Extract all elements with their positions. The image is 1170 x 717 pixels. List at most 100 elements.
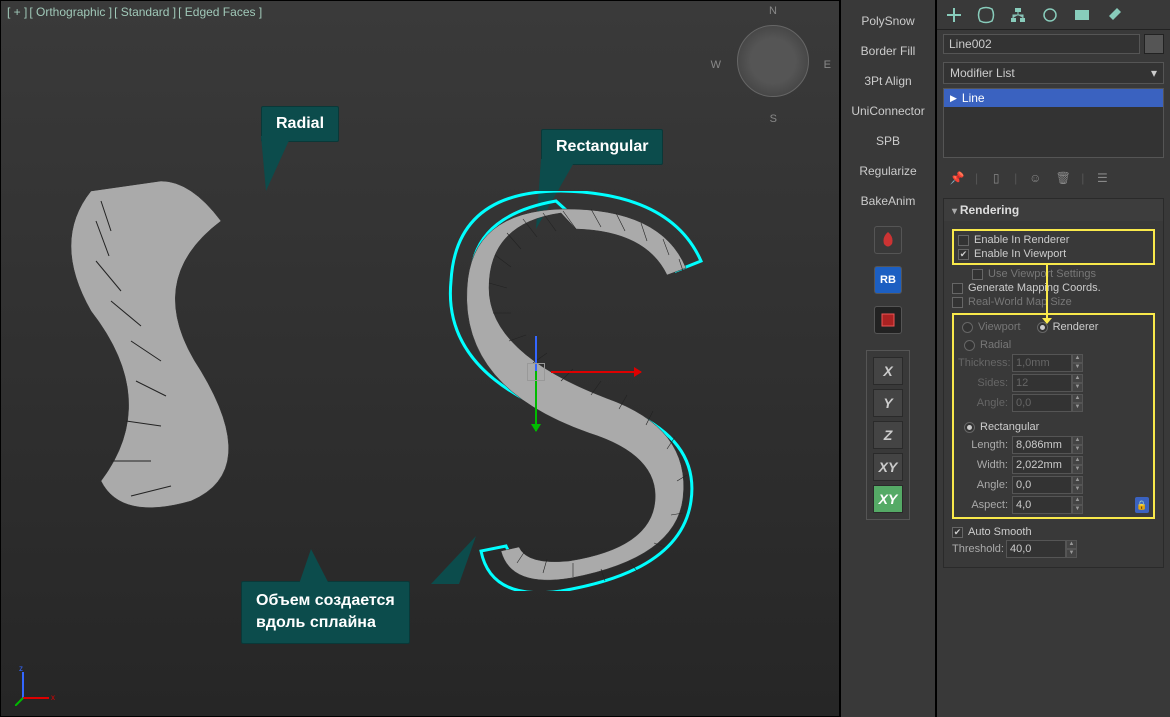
tool-uniconnector[interactable]: UniConnector: [841, 98, 935, 124]
aspect-spinner-row[interactable]: Aspect: ▲▼ 🔒: [958, 495, 1149, 515]
axis-z[interactable]: Z: [873, 421, 903, 449]
hierarchy-tab-icon[interactable]: [1007, 4, 1029, 26]
width-field[interactable]: [1012, 456, 1072, 474]
object-color-swatch[interactable]: [1144, 34, 1164, 54]
modifier-list-dropdown[interactable]: Modifier List ▾: [943, 62, 1164, 84]
tool-icon-3[interactable]: [874, 306, 902, 334]
object-name-field[interactable]: [943, 34, 1140, 54]
viewport-label-edged[interactable]: [ Edged Faces ]: [178, 5, 262, 19]
spinner-down-icon[interactable]: ▼: [1072, 485, 1083, 494]
threshold-field[interactable]: [1006, 540, 1066, 558]
spinner-up-icon[interactable]: ▲: [1072, 436, 1083, 445]
show-end-result-icon[interactable]: ▯: [986, 168, 1006, 188]
nav-south[interactable]: S: [770, 113, 777, 125]
display-tab-icon[interactable]: [1071, 4, 1093, 26]
spinner-up-icon[interactable]: ▲: [1072, 456, 1083, 465]
viewport-label-shading[interactable]: [ Standard ]: [114, 5, 176, 19]
length-field[interactable]: [1012, 436, 1072, 454]
aspect-label: Aspect:: [958, 499, 1008, 511]
sides-field[interactable]: [1012, 374, 1072, 392]
pin-stack-icon[interactable]: 📌: [947, 168, 967, 188]
radial-radio[interactable]: [964, 340, 975, 351]
aspect-lock-icon[interactable]: 🔒: [1135, 497, 1149, 513]
tool-3ptalign[interactable]: 3Pt Align: [841, 68, 935, 94]
radial-angle-spinner-row[interactable]: Angle: ▲▼: [958, 393, 1149, 413]
spinner-up-icon[interactable]: ▲: [1072, 354, 1083, 363]
real-world-row[interactable]: Real-World Map Size: [952, 295, 1155, 309]
radial-angle-field[interactable]: [1012, 394, 1072, 412]
spinner-down-icon[interactable]: ▼: [1066, 549, 1077, 558]
configure-sets-icon[interactable]: ☰: [1092, 168, 1112, 188]
length-spinner-row[interactable]: Length: ▲▼: [958, 435, 1149, 455]
auto-smooth-row[interactable]: Auto Smooth: [952, 525, 1155, 539]
modifier-stack[interactable]: Line: [943, 88, 1164, 158]
enable-in-renderer-label: Enable In Renderer: [974, 234, 1069, 246]
viewport[interactable]: [ + ] [ Orthographic ] [ Standard ] [ Ed…: [0, 0, 840, 717]
enable-in-viewport-row[interactable]: Enable In Viewport: [958, 247, 1149, 261]
viewport-radio-row[interactable]: Viewport: [962, 319, 1021, 335]
viewport-label-plus[interactable]: [ + ]: [7, 5, 27, 19]
real-world-checkbox[interactable]: [952, 297, 963, 308]
rectangular-radio-row[interactable]: Rectangular: [958, 419, 1149, 435]
gizmo-center[interactable]: [527, 363, 545, 381]
spinner-down-icon[interactable]: ▼: [1072, 403, 1083, 412]
thickness-field[interactable]: [1012, 354, 1072, 372]
spinner-up-icon[interactable]: ▲: [1072, 476, 1083, 485]
tool-polysnow[interactable]: PolySnow: [841, 8, 935, 34]
modify-tab-icon[interactable]: [975, 4, 997, 26]
motion-tab-icon[interactable]: [1039, 4, 1061, 26]
remove-modifier-icon[interactable]: 🗑: [1053, 168, 1073, 188]
axis-xy[interactable]: XY: [873, 453, 903, 481]
aspect-field[interactable]: [1012, 496, 1072, 514]
spinner-down-icon[interactable]: ▼: [1072, 505, 1083, 514]
spinner-up-icon[interactable]: ▲: [1066, 540, 1077, 549]
viewport-radio[interactable]: [962, 322, 973, 333]
renderer-radio[interactable]: [1037, 322, 1048, 333]
rect-angle-spinner-row[interactable]: Angle: ▲▼: [958, 475, 1149, 495]
renderer-radio-row[interactable]: Renderer: [1037, 319, 1099, 335]
tool-spb[interactable]: SPB: [841, 128, 935, 154]
modifier-stack-item[interactable]: Line: [944, 89, 1163, 107]
nav-north[interactable]: N: [769, 5, 777, 17]
spinner-up-icon[interactable]: ▲: [1072, 496, 1083, 505]
tool-regularize[interactable]: Regularize: [841, 158, 935, 184]
spinner-up-icon[interactable]: ▲: [1072, 374, 1083, 383]
nav-east[interactable]: E: [824, 59, 831, 71]
axis-x[interactable]: X: [873, 357, 903, 385]
axis-xy-active[interactable]: XY: [873, 485, 903, 513]
rendering-rollout-header[interactable]: Rendering: [944, 199, 1163, 221]
use-viewport-settings-checkbox[interactable]: [972, 269, 983, 280]
spinner-down-icon[interactable]: ▼: [1072, 363, 1083, 372]
viewcube[interactable]: [737, 25, 809, 97]
spinner-up-icon[interactable]: ▲: [1072, 394, 1083, 403]
nav-west[interactable]: W: [711, 59, 721, 71]
utilities-tab-icon[interactable]: [1103, 4, 1125, 26]
threshold-spinner-row[interactable]: Threshold: ▲▼: [952, 539, 1155, 559]
create-tab-icon[interactable]: [943, 4, 965, 26]
enable-in-viewport-checkbox[interactable]: [958, 249, 969, 260]
rect-angle-label: Angle:: [958, 479, 1008, 491]
generate-mapping-checkbox[interactable]: [952, 283, 963, 294]
axis-y[interactable]: Y: [873, 389, 903, 417]
viewport-label-proj[interactable]: [ Orthographic ]: [29, 5, 112, 19]
tool-bakeanim[interactable]: BakeAnim: [841, 188, 935, 214]
rectangular-radio[interactable]: [964, 422, 975, 433]
tool-borderfill[interactable]: Border Fill: [841, 38, 935, 64]
auto-smooth-checkbox[interactable]: [952, 527, 963, 538]
enable-in-renderer-row[interactable]: Enable In Renderer: [958, 233, 1149, 247]
radial-radio-row[interactable]: Radial: [958, 337, 1149, 353]
spinner-down-icon[interactable]: ▼: [1072, 445, 1083, 454]
use-viewport-settings-row[interactable]: Use Viewport Settings: [952, 267, 1155, 281]
gizmo-x-axis[interactable]: [551, 371, 641, 373]
spinner-down-icon[interactable]: ▼: [1072, 383, 1083, 392]
enable-in-renderer-checkbox[interactable]: [958, 235, 969, 246]
sides-spinner-row[interactable]: Sides: ▲▼: [958, 373, 1149, 393]
thickness-spinner-row[interactable]: Thickness: ▲▼: [958, 353, 1149, 373]
tool-icon-rb[interactable]: RB: [874, 266, 902, 294]
width-spinner-row[interactable]: Width: ▲▼: [958, 455, 1149, 475]
make-unique-icon[interactable]: ☺: [1025, 168, 1045, 188]
tool-icon-1[interactable]: [874, 226, 902, 254]
rect-angle-field[interactable]: [1012, 476, 1072, 494]
spinner-down-icon[interactable]: ▼: [1072, 465, 1083, 474]
generate-mapping-row[interactable]: Generate Mapping Coords.: [952, 281, 1155, 295]
